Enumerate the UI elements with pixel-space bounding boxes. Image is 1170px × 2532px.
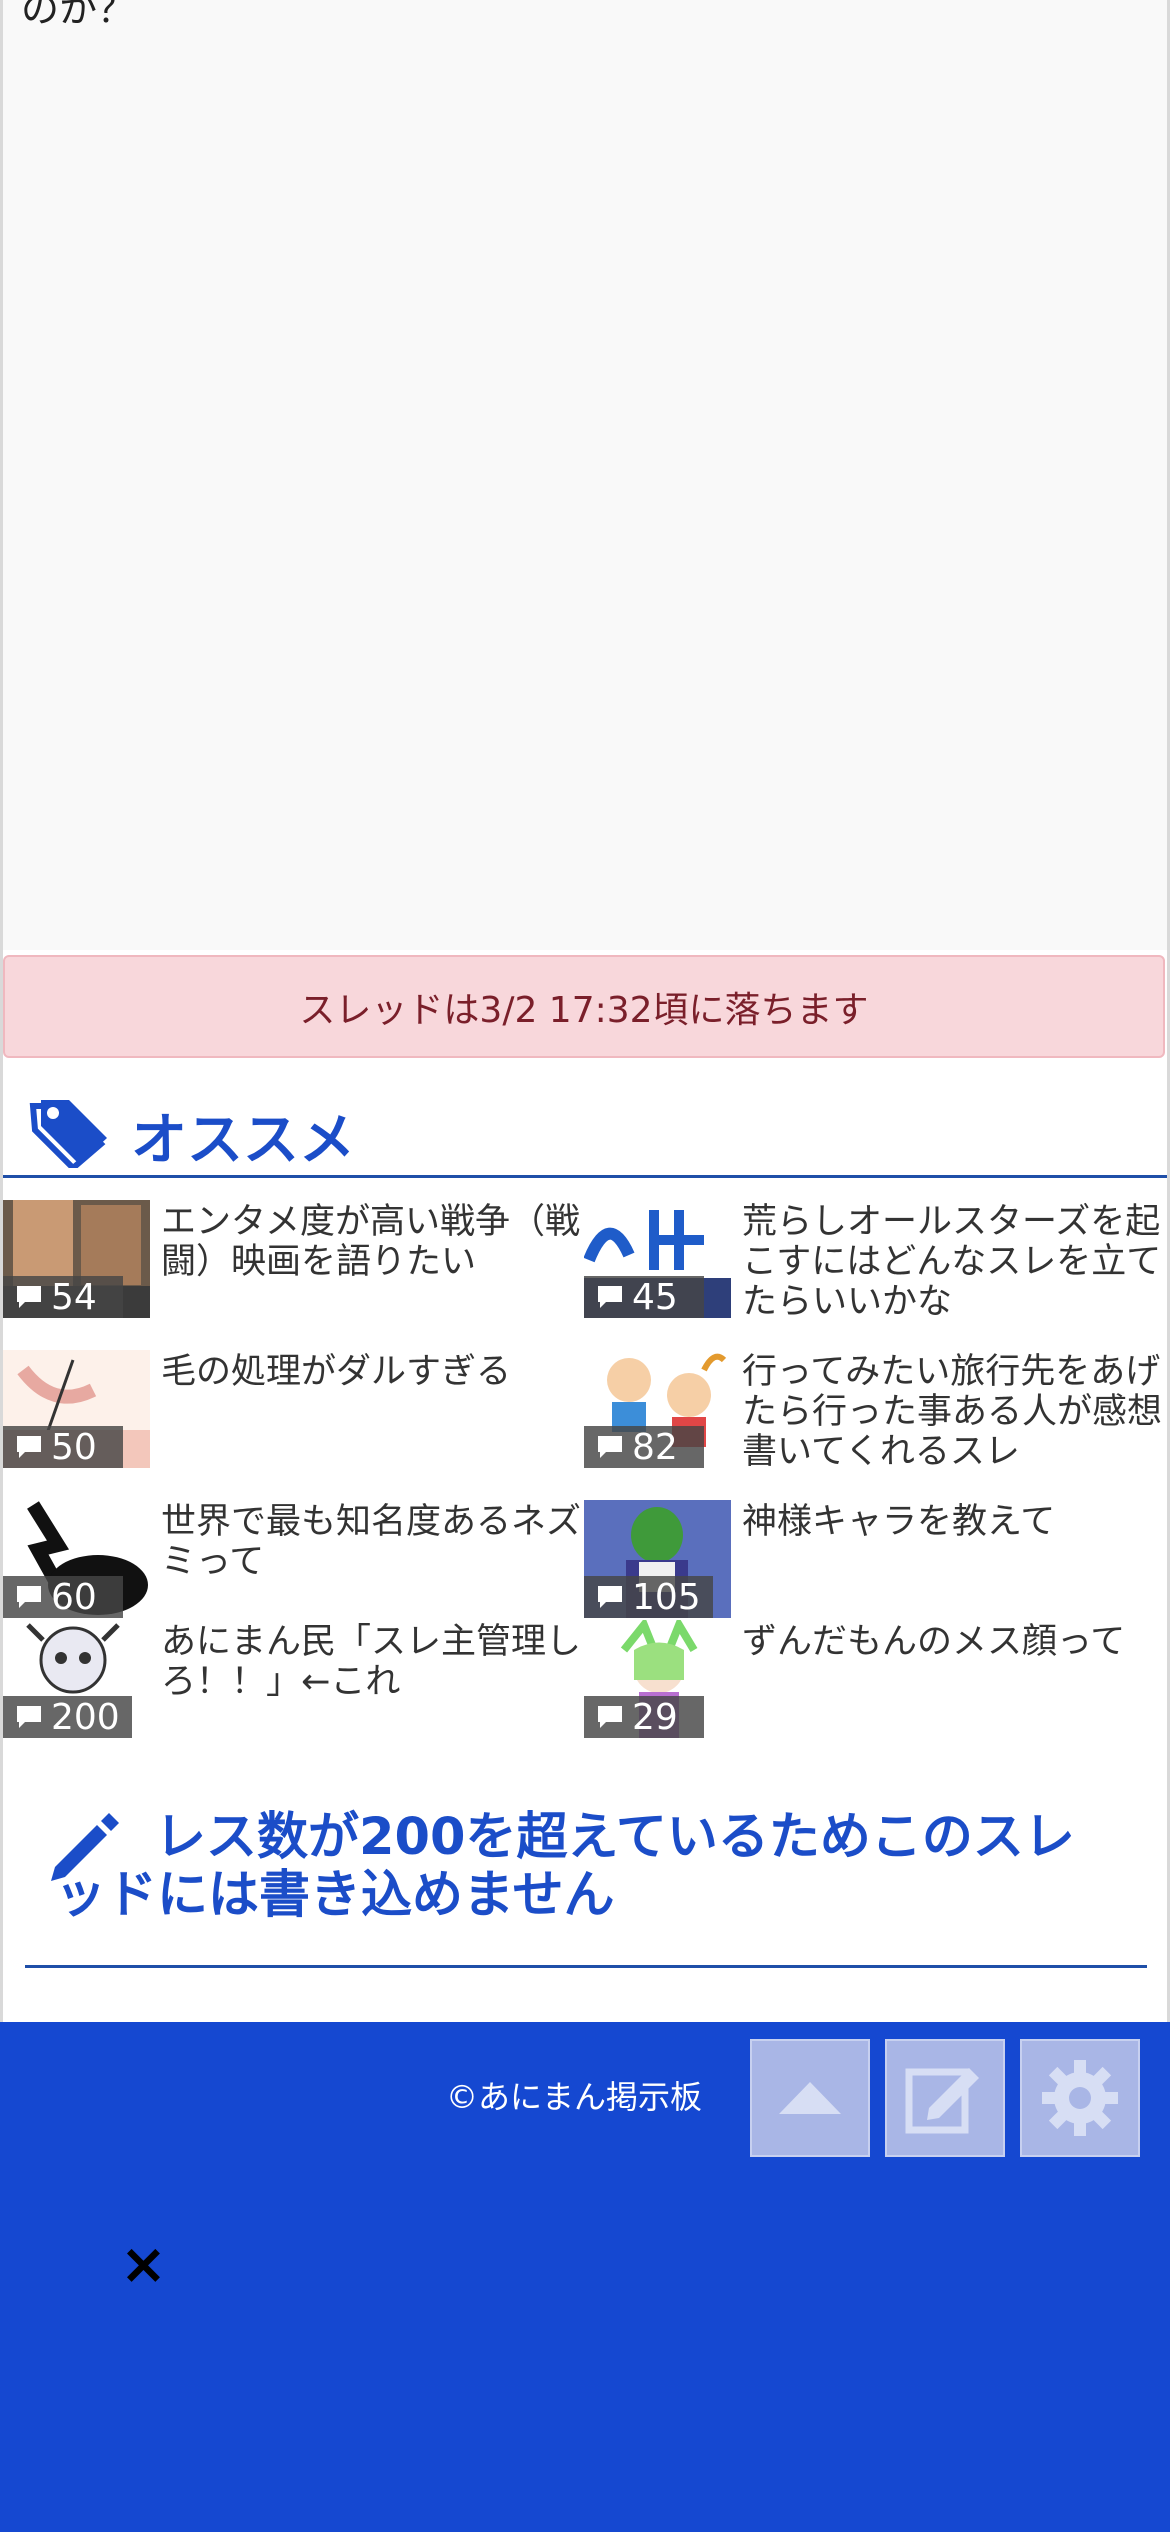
thumbnail-image[interactable]: 50: [3, 1350, 150, 1468]
thumbnail-image[interactable]: 200: [3, 1620, 150, 1738]
recommend-item[interactable]: 82 行ってみたい旅行先をあげたら行った事ある人が感想書いてくれるスレ: [584, 1350, 1164, 1490]
close-ad-button[interactable]: ×: [120, 2232, 167, 2297]
thumbnail-image[interactable]: 29: [584, 1620, 731, 1738]
reply-count-badge: 54: [3, 1276, 123, 1318]
settings-button[interactable]: [1020, 2039, 1140, 2157]
thread-expiry-text: スレッドは3/2 17:32頃に落ちます: [299, 989, 869, 1031]
recommend-item[interactable]: 29 ずんだもんのメス顔って: [584, 1620, 1164, 1760]
arrow-up-icon: [779, 2082, 841, 2114]
reply-count-badge: 50: [3, 1426, 123, 1468]
recommend-item-title[interactable]: 行ってみたい旅行先をあげたら行った事ある人が感想書いてくれるスレ: [742, 1352, 1162, 1472]
reply-count: 200: [51, 1696, 120, 1738]
thumbnail-image[interactable]: 45: [584, 1200, 731, 1318]
reply-count-badge: 45: [584, 1276, 704, 1318]
reply-count-badge: 29: [584, 1696, 704, 1738]
comment-icon: [598, 1286, 622, 1308]
post-body-panel: のか？: [3, 0, 1167, 950]
write-disabled-header: レス数が200を超えているためこのスレッドには書き込めません: [25, 1795, 1147, 1968]
reply-count: 45: [632, 1276, 678, 1318]
reply-count: 105: [632, 1576, 701, 1618]
reply-count: 82: [632, 1426, 678, 1468]
recommend-item[interactable]: 200 あにまん民「スレ主管理しろ！！」←これ: [3, 1620, 583, 1760]
recommend-item-title[interactable]: 神様キャラを教えて: [742, 1502, 1162, 1542]
reply-count-badge: 60: [3, 1576, 123, 1618]
write-post-button[interactable]: [885, 2039, 1005, 2157]
comment-icon: [17, 1706, 41, 1728]
thumbnail-image[interactable]: 82: [584, 1350, 731, 1468]
reply-count-badge: 105: [584, 1576, 713, 1618]
recommend-section-header: オススメ: [3, 1085, 1167, 1178]
recommend-item[interactable]: 60 世界で最も知名度あるネズミって: [3, 1500, 583, 1640]
thread-expiry-notice: スレッドは3/2 17:32頃に落ちます: [3, 955, 1165, 1058]
thumbnail-image[interactable]: 60: [3, 1500, 150, 1618]
recommend-item-title[interactable]: 世界で最も知名度あるネズミって: [161, 1502, 581, 1582]
reply-count: 29: [632, 1696, 678, 1738]
copyright-text: ©あにまん掲示板: [446, 2078, 703, 2116]
edit-icon: [905, 2068, 979, 2134]
reply-count: 50: [51, 1426, 97, 1468]
recommend-item[interactable]: 105 神様キャラを教えて: [584, 1500, 1164, 1640]
reply-count: 54: [51, 1276, 97, 1318]
footer: ©あにまん掲示板 ×: [0, 2022, 1170, 2532]
comment-icon: [17, 1436, 41, 1458]
gear-icon: [1042, 2060, 1118, 2136]
reply-count-badge: 82: [584, 1426, 704, 1468]
write-disabled-message: レス数が200を超えているためこのスレッドには書き込めません: [55, 1808, 1075, 1925]
comment-icon: [17, 1586, 41, 1608]
recommend-item[interactable]: 54 エンタメ度が高い戦争（戦闘）映画を語りたい: [3, 1200, 583, 1340]
thumbnail-image[interactable]: 105: [584, 1500, 731, 1618]
post-text-fragment: のか？: [21, 0, 136, 31]
scroll-top-button[interactable]: [750, 2039, 870, 2157]
recommend-item-title[interactable]: 毛の処理がダルすぎる: [161, 1352, 581, 1392]
recommend-item-title[interactable]: エンタメ度が高い戦争（戦闘）映画を語りたい: [161, 1202, 581, 1282]
recommend-item[interactable]: 50 毛の処理がダルすぎる: [3, 1350, 583, 1490]
recommend-item-title[interactable]: 荒らしオールスターズを起こすにはどんなスレを立てたらいいかな: [742, 1202, 1162, 1322]
tag-icon: [29, 1100, 107, 1168]
reply-count: 60: [51, 1576, 97, 1618]
comment-icon: [598, 1586, 622, 1608]
thumbnail-image[interactable]: 54: [3, 1200, 150, 1318]
reply-count-badge: 200: [3, 1696, 132, 1738]
comment-icon: [598, 1706, 622, 1728]
recommend-title: オススメ: [131, 1108, 355, 1173]
recommend-item[interactable]: 45 荒らしオールスターズを起こすにはどんなスレを立てたらいいかな: [584, 1200, 1164, 1340]
comment-icon: [17, 1286, 41, 1308]
recommend-item-title[interactable]: あにまん民「スレ主管理しろ！！」←これ: [161, 1622, 581, 1702]
recommend-item-title[interactable]: ずんだもんのメス顔って: [742, 1622, 1162, 1662]
comment-icon: [598, 1436, 622, 1458]
